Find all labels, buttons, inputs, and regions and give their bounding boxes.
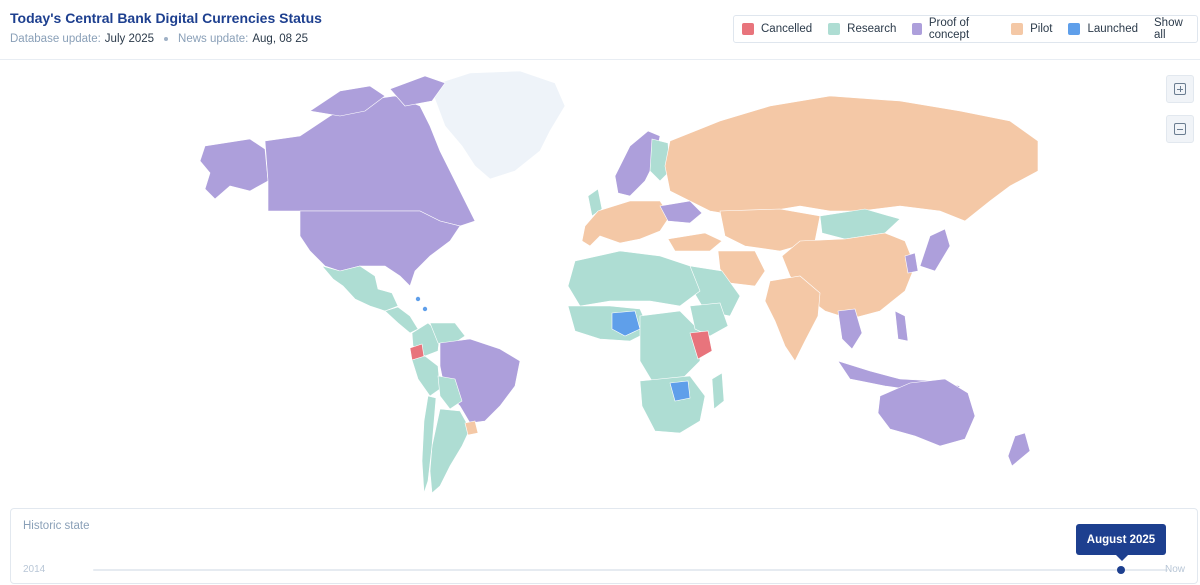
historic-state-label: Historic state <box>23 520 90 532</box>
country-russia[interactable] <box>664 95 1039 222</box>
country-united-states[interactable] <box>299 210 461 287</box>
timeline-thumb[interactable] <box>1117 566 1125 574</box>
country-australia[interactable] <box>877 378 976 447</box>
legend-item-research[interactable]: Research <box>828 23 896 35</box>
swatch-launched <box>1068 23 1081 35</box>
timeline-start-label: 2014 <box>23 564 46 575</box>
historic-state-panel: Historic state 2014 August 2025 Now <box>10 508 1198 584</box>
country-peru[interactable] <box>411 355 441 397</box>
legend-item-pilot[interactable]: Pilot <box>1011 23 1052 35</box>
update-info: Database update: July 2025 News update: … <box>10 33 308 45</box>
timeline-tooltip: August 2025 <box>1076 524 1166 561</box>
swatch-cancelled <box>742 23 754 35</box>
country-japan[interactable] <box>919 228 951 272</box>
country-central-america[interactable] <box>384 306 419 334</box>
plus-square-icon <box>1174 83 1186 95</box>
country-greenland[interactable] <box>429 70 566 180</box>
legend-label: Pilot <box>1030 23 1053 35</box>
legend-item-proof-of-concept[interactable]: Proof of concept <box>912 17 995 41</box>
country-argentina[interactable] <box>429 408 471 494</box>
zoom-in-button[interactable] <box>1166 75 1194 103</box>
swatch-pilot <box>1011 23 1024 35</box>
page-title: Today's Central Bank Digital Currencies … <box>10 10 322 26</box>
country-north-africa[interactable] <box>567 250 701 307</box>
country-central-africa[interactable] <box>639 310 701 387</box>
zoom-out-button[interactable] <box>1166 115 1194 143</box>
legend: Cancelled Research Proof of concept Pilo… <box>733 15 1198 43</box>
country-philippines[interactable] <box>894 310 909 342</box>
legend-label: Cancelled <box>761 23 813 35</box>
legend-label: Proof of concept <box>928 17 970 41</box>
world-map <box>0 61 1200 501</box>
swatch-research <box>828 23 841 35</box>
show-all-button[interactable]: Show all <box>1154 17 1189 41</box>
country-madagascar[interactable] <box>711 372 725 410</box>
header: Today's Central Bank Digital Currencies … <box>0 0 1200 60</box>
swatch-proof-of-concept <box>912 23 922 35</box>
separator-dot-icon <box>164 37 169 41</box>
legend-label: Launched <box>1087 23 1138 35</box>
map-canvas <box>199 70 1039 494</box>
news-update-label: News update: <box>178 33 249 45</box>
country-alaska[interactable] <box>199 138 269 200</box>
legend-label: Research <box>847 23 897 35</box>
country-bahamas[interactable] <box>415 296 421 302</box>
country-jamaica[interactable] <box>422 306 428 312</box>
timeline-end-label: Now <box>1164 564 1185 575</box>
country-india[interactable] <box>764 275 821 362</box>
database-update-label: Database update: <box>10 33 101 45</box>
legend-item-launched[interactable]: Launched <box>1068 23 1138 35</box>
country-mexico[interactable] <box>321 265 399 312</box>
minus-square-icon <box>1174 123 1186 135</box>
country-turkey[interactable] <box>667 232 723 252</box>
timeline-track[interactable] <box>93 569 1168 571</box>
legend-item-cancelled[interactable]: Cancelled <box>742 23 812 35</box>
database-update-value: July 2025 <box>104 33 155 45</box>
news-update-value: Aug, 08 25 <box>252 33 308 45</box>
country-new-zealand[interactable] <box>1007 432 1031 467</box>
